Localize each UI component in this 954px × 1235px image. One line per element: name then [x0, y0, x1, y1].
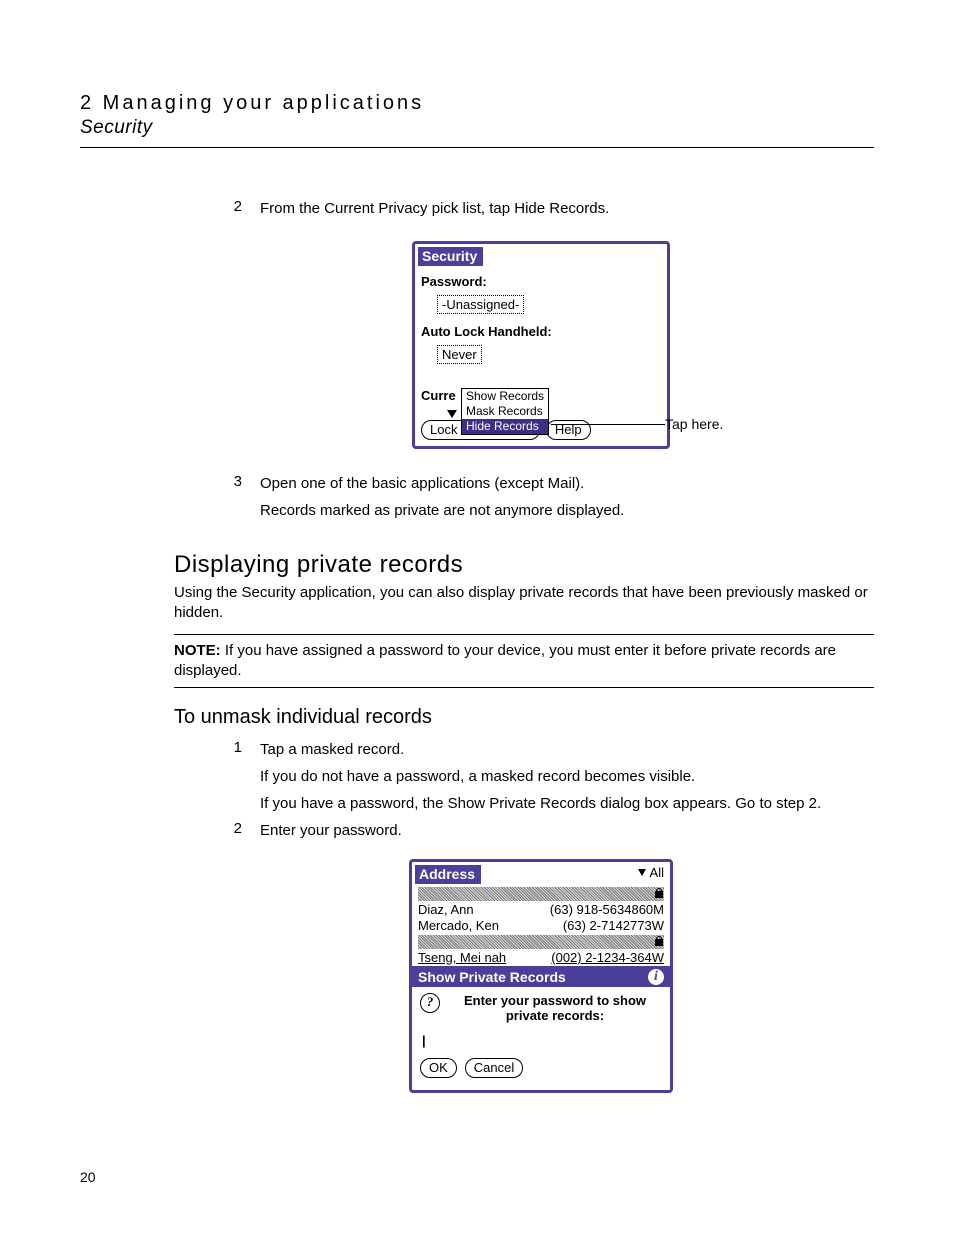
autolock-label: Auto Lock Handheld: — [421, 324, 661, 339]
body-text: Using the Security application, you can … — [174, 583, 874, 624]
note-label: NOTE: — [174, 642, 221, 659]
chapter-heading: 2 Managing your applications — [80, 92, 874, 115]
question-icon: ? — [420, 993, 440, 1013]
picklist-show[interactable]: Show Records — [462, 389, 548, 404]
step-number: 2 — [208, 820, 260, 847]
contact-name: Tseng, Mei nah — [418, 950, 506, 966]
section-heading: Security — [80, 117, 874, 139]
contact-phone: (002) 2-1234-364W — [551, 950, 664, 966]
masked-record[interactable] — [418, 887, 664, 901]
header-rule — [80, 147, 874, 148]
contact-name: Diaz, Ann — [418, 902, 474, 918]
step-text: Enter your password. — [260, 820, 874, 841]
dropdown-icon — [447, 410, 457, 418]
subsection-heading: Displaying private records — [174, 551, 874, 579]
note-text: NOTE: If you have assigned a password to… — [174, 641, 874, 682]
security-screenshot: Security Password: -Unassigned- Auto Loc… — [412, 241, 670, 449]
picklist-hide[interactable]: Hide Records — [462, 419, 548, 434]
curre-fragment: Curre — [421, 388, 456, 403]
address-screenshot: Address All Diaz, Ann (63) 918-5634860M … — [409, 859, 673, 1093]
lock-icon — [654, 936, 664, 946]
step-text: Tap a masked record. — [260, 739, 874, 760]
privacy-picklist[interactable]: Show Records Mask Records Hide Records — [461, 388, 549, 435]
step-text: If you have a password, the Show Private… — [260, 793, 874, 814]
password-input[interactable]: | — [422, 1033, 662, 1048]
dialog-title: Show Private Records — [418, 969, 566, 985]
step-text: If you do not have a password, a masked … — [260, 766, 874, 787]
contact-phone: (63) 918-5634860M — [550, 902, 664, 918]
info-icon[interactable]: i — [648, 969, 664, 985]
step-text: From the Current Privacy pick list, tap … — [260, 198, 874, 219]
contact-phone: (63) 2-7142773W — [563, 918, 664, 934]
address-row[interactable]: Diaz, Ann (63) 918-5634860M — [418, 902, 664, 918]
step-number: 2 — [208, 198, 260, 225]
autolock-field[interactable]: Never — [437, 345, 482, 364]
help-button[interactable]: Help — [546, 420, 591, 440]
step-text: Records marked as private are not anymor… — [260, 500, 874, 521]
ok-button[interactable]: OK — [420, 1058, 457, 1078]
step-text: Open one of the basic applications (exce… — [260, 473, 874, 494]
app-title: Security — [418, 247, 483, 266]
note-rule — [174, 687, 874, 688]
cancel-button[interactable]: Cancel — [465, 1058, 523, 1078]
step-number: 3 — [208, 473, 260, 527]
callout-tap-here: Tap here. — [665, 416, 723, 432]
masked-record[interactable] — [418, 935, 664, 949]
step-number: 1 — [208, 739, 260, 820]
lock-icon — [654, 888, 664, 898]
address-row[interactable]: Tseng, Mei nah (002) 2-1234-364W — [418, 950, 664, 966]
procedure-heading: To unmask individual records — [174, 706, 874, 729]
app-title: Address — [415, 865, 481, 884]
picklist-mask[interactable]: Mask Records — [462, 404, 548, 419]
contact-name: Mercado, Ken — [418, 918, 499, 934]
note-body: If you have assigned a password to your … — [174, 642, 836, 679]
note-rule — [174, 634, 874, 635]
password-label: Password: — [421, 274, 661, 289]
address-row[interactable]: Mercado, Ken (63) 2-7142773W — [418, 918, 664, 934]
password-field[interactable]: -Unassigned- — [437, 295, 524, 314]
page-number: 20 — [80, 1169, 96, 1185]
dialog-message: Enter your password to show private reco… — [448, 993, 662, 1023]
category-picker[interactable]: All — [638, 865, 664, 880]
